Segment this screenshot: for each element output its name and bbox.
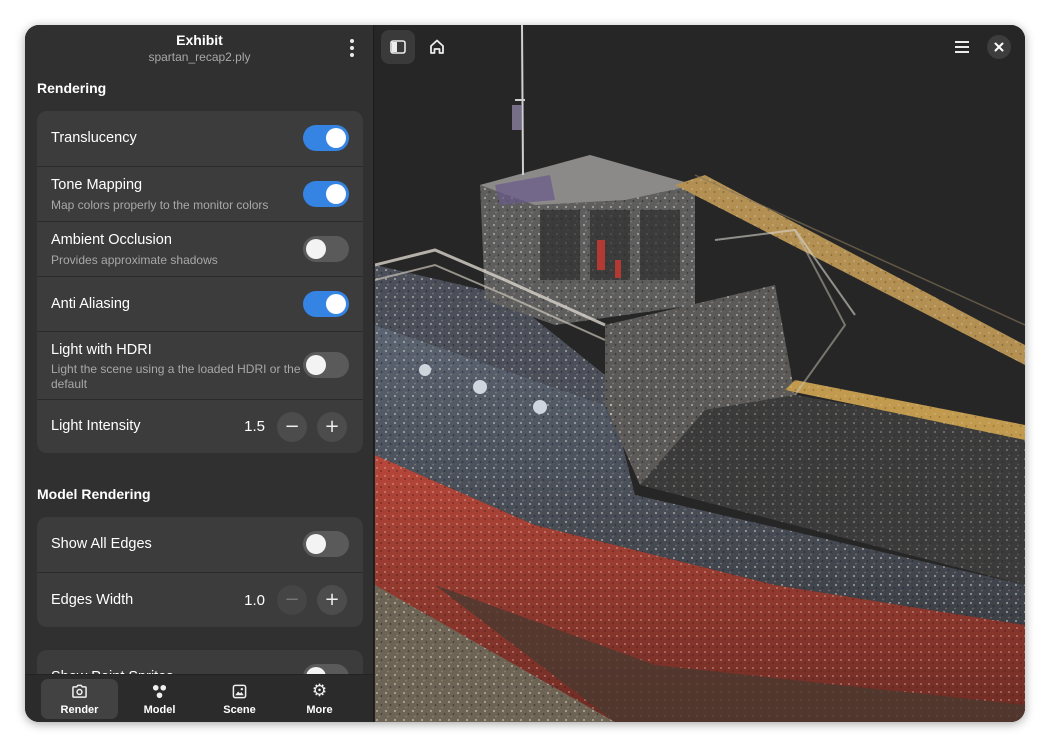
camera-icon [41, 684, 118, 699]
ambient-occlusion-switch[interactable] [303, 236, 349, 262]
tab-model[interactable]: Model [121, 679, 198, 719]
ambient-occlusion-label: Ambient Occlusion [51, 232, 172, 248]
close-icon[interactable] [987, 35, 1011, 59]
anti-aliasing-switch[interactable] [303, 291, 349, 317]
translucency-switch[interactable] [303, 125, 349, 151]
light-intensity-label: Light Intensity [51, 418, 141, 434]
tab-more-label: More [306, 704, 333, 716]
tone-mapping-label: Tone Mapping [51, 177, 143, 193]
show-all-edges-switch[interactable] [303, 531, 349, 557]
model-rendering-section-title: Model Rendering [37, 486, 151, 502]
light-intensity-increase-button[interactable]: + [317, 412, 347, 442]
point-cloud-ship-render [375, 25, 1025, 722]
rendering-section-title: Rendering [37, 80, 107, 96]
sidebar: Exhibit spartan_recap2.ply Rendering Tra… [25, 25, 374, 722]
edges-width-increase-button[interactable]: + [317, 585, 347, 615]
sidebar-toggle-icon[interactable] [381, 30, 415, 64]
light-hdri-row: Light with HDRI Light the scene using a … [37, 331, 363, 399]
edges-width-label: Edges Width [51, 592, 134, 608]
edges-width-value: 1.0 [244, 592, 265, 609]
file-name: spartan_recap2.ply [148, 50, 251, 64]
tab-render[interactable]: Render [41, 679, 118, 719]
switch-knob [306, 355, 326, 375]
light-hdri-switch[interactable] [303, 352, 349, 378]
light-hdri-description: Light the scene using a the loaded HDRI … [51, 362, 301, 391]
light-intensity-value: 1.5 [244, 418, 265, 435]
tab-more[interactable]: ⚙ More [281, 679, 358, 719]
translucency-row: Translucency [37, 111, 363, 166]
model-rendering-card: Show All Edges Edges Width 1.0 − + [37, 517, 363, 627]
switch-knob [326, 128, 346, 148]
image-icon [201, 684, 278, 699]
app-title: Exhibit [176, 32, 223, 48]
switch-knob [326, 184, 346, 204]
switch-knob [306, 239, 326, 259]
3d-viewport[interactable] [375, 25, 1025, 722]
edges-width-row: Edges Width 1.0 − + [37, 572, 363, 627]
light-intensity-decrease-button[interactable]: − [277, 412, 307, 442]
translucency-label: Translucency [51, 130, 137, 146]
light-hdri-label: Light with HDRI [51, 342, 152, 358]
home-icon[interactable] [420, 30, 454, 64]
app-window: Exhibit spartan_recap2.ply Rendering Tra… [25, 25, 1025, 722]
model-icon [121, 684, 198, 699]
light-intensity-row: Light Intensity 1.5 − + [37, 399, 363, 453]
tone-mapping-description: Map colors properly to the monitor color… [51, 198, 269, 212]
switch-knob [306, 534, 326, 554]
more-options-icon[interactable] [341, 37, 363, 59]
ambient-occlusion-description: Provides approximate shadows [51, 253, 218, 267]
show-all-edges-label: Show All Edges [51, 536, 152, 552]
tone-mapping-switch[interactable] [303, 181, 349, 207]
bottom-tab-bar: Render Model Scene ⚙ More [25, 674, 373, 722]
tab-scene-label: Scene [223, 704, 256, 716]
rendering-card: Translucency Tone Mapping Map colors pro… [37, 111, 363, 453]
tab-model-label: Model [143, 704, 176, 716]
hamburger-menu-icon[interactable] [945, 30, 979, 64]
tab-scene[interactable]: Scene [201, 679, 278, 719]
show-all-edges-row: Show All Edges [37, 517, 363, 572]
anti-aliasing-label: Anti Aliasing [51, 296, 130, 312]
gear-icon: ⚙ [311, 681, 328, 701]
anti-aliasing-row: Anti Aliasing [37, 276, 363, 331]
sidebar-header: Exhibit spartan_recap2.ply [25, 25, 373, 71]
tone-mapping-row: Tone Mapping Map colors properly to the … [37, 166, 363, 221]
switch-knob [326, 294, 346, 314]
ambient-occlusion-row: Ambient Occlusion Provides approximate s… [37, 221, 363, 276]
tab-render-label: Render [60, 704, 99, 716]
edges-width-decrease-button[interactable]: − [277, 585, 307, 615]
